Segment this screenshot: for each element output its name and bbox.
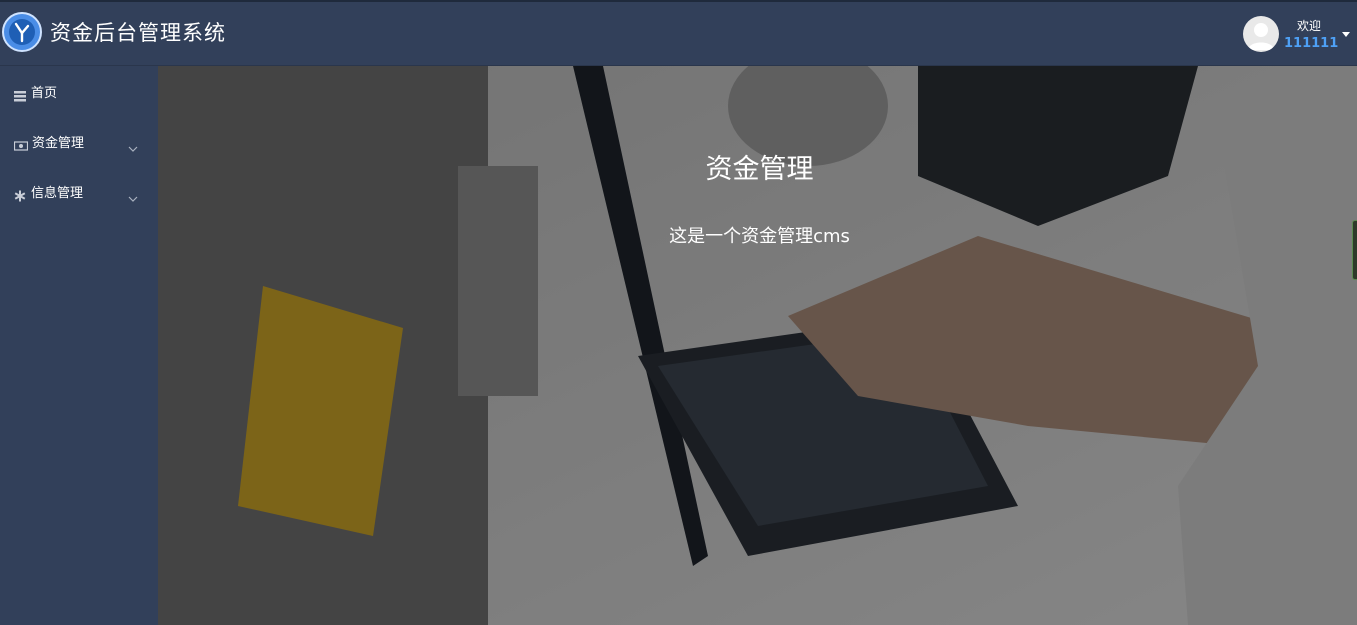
sidebar-item-info-management[interactable]: 信息管理 [0, 168, 158, 218]
top-header: 资金后台管理系统 欢迎 111111 [0, 0, 1357, 66]
username-text: 111111 [1284, 36, 1339, 51]
sidebar-nav: 首页 资金管理 信息管理 [0, 66, 158, 625]
list-icon [14, 87, 26, 102]
welcome-text: 欢迎 [1296, 19, 1321, 33]
money-icon [13, 137, 29, 151]
chevron-down-icon[interactable] [128, 138, 138, 152]
clock-logo-icon [2, 12, 42, 52]
hero-title: 资金管理 [705, 154, 814, 185]
sidebar-item-label: 首页 [31, 86, 58, 101]
sidebar-item-fund-management[interactable]: 资金管理 [0, 118, 158, 168]
edge-tab[interactable] [1352, 220, 1357, 280]
sidebar-item-label: 资金管理 [32, 136, 85, 151]
asterisk-icon [14, 187, 26, 202]
user-avatar-icon[interactable] [1243, 16, 1279, 52]
app-title: 资金后台管理系统 [50, 21, 226, 45]
caret-down-icon[interactable] [1342, 32, 1350, 37]
sidebar-item-label: 信息管理 [31, 186, 84, 201]
user-menu[interactable]: 欢迎 111111 [1227, 2, 1357, 66]
main-content: 资金管理 这是一个资金管理cms [158, 66, 1357, 625]
background-photo [158, 66, 1357, 625]
hero-subtitle: 这是一个资金管理cms [669, 226, 850, 247]
chevron-down-icon[interactable] [128, 188, 138, 202]
sidebar-item-home[interactable]: 首页 [0, 68, 158, 118]
